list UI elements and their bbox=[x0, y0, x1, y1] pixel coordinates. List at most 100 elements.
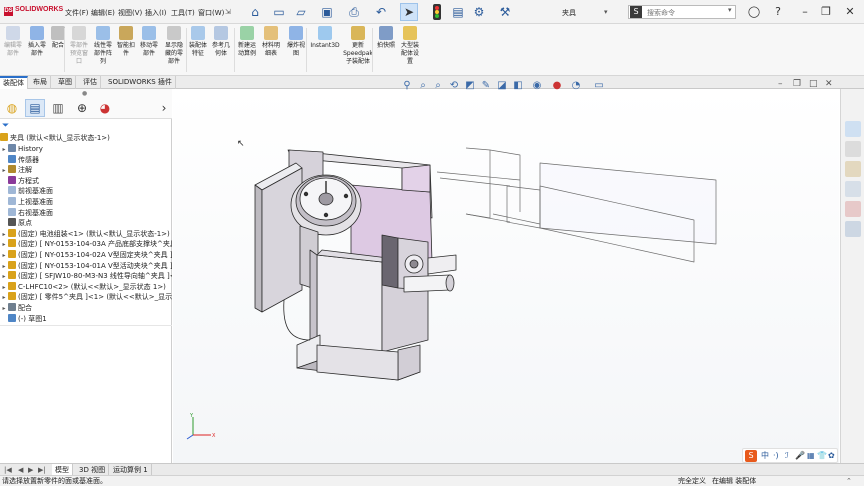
tree-expand-arrow-icon[interactable]: ▸ bbox=[0, 251, 8, 260]
tab-solidworks-addins[interactable]: SOLIDWORKS 插件 bbox=[105, 76, 176, 89]
previous-view-icon[interactable]: ⟲ bbox=[448, 80, 460, 92]
sogou-ime-icon[interactable]: S bbox=[745, 450, 757, 462]
ribbon-button-6[interactable]: 移动零 部件 bbox=[138, 26, 160, 58]
tree-item[interactable]: ▸ History bbox=[0, 144, 172, 154]
tools-icon[interactable]: ⚒ bbox=[496, 3, 514, 21]
close-icon[interactable]: ✕ bbox=[842, 4, 858, 20]
tree-expand-arrow-icon[interactable]: ▸ bbox=[0, 293, 8, 302]
ribbon-button-0[interactable]: 编辑零 部件 bbox=[2, 26, 24, 58]
hide-show-items-icon[interactable]: ◉ bbox=[531, 80, 543, 92]
tree-item[interactable]: ▸ (固定) 电池组装<1> (默认<默认_显示状态-1>) bbox=[0, 228, 172, 239]
search-icon[interactable]: S bbox=[630, 6, 642, 18]
tree-item[interactable]: ▸ (固定) [ NY-0153-104-02A V型固定夹块^夹具 ]< bbox=[0, 250, 172, 260]
panel-grip-icon[interactable]: ● bbox=[82, 90, 87, 97]
title-dropdown-icon[interactable]: ▾ bbox=[604, 8, 608, 16]
view-palette-icon[interactable] bbox=[845, 181, 861, 197]
tree-item[interactable]: ▸ (固定) [ SFJW10-80-M3-N3 线性导向轴^夹具 ]< bbox=[0, 271, 172, 281]
print-icon[interactable]: ⎙ bbox=[345, 3, 363, 21]
ime-punctuation-icon[interactable]: ·) bbox=[773, 450, 779, 462]
ime-keyboard-icon[interactable]: ▦ bbox=[807, 450, 815, 462]
tree-item[interactable]: 右视基准面 bbox=[0, 207, 172, 218]
ime-skin-icon[interactable]: 👕 bbox=[817, 450, 827, 462]
ime-voice-icon[interactable]: 🎤 bbox=[795, 450, 805, 462]
tree-expand-arrow-icon[interactable]: ▸ bbox=[0, 240, 8, 249]
tab-assembly[interactable]: 装配体 bbox=[0, 76, 28, 89]
view-settings-icon[interactable]: ◪ bbox=[496, 80, 508, 92]
tree-expand-arrow-icon[interactable]: ▸ bbox=[0, 304, 8, 313]
file-properties-icon[interactable]: ▤ bbox=[449, 3, 467, 21]
ime-tools-icon[interactable]: ✿ bbox=[828, 450, 835, 462]
ribbon-button-10[interactable]: 新建运 动算例 bbox=[236, 26, 258, 58]
search-dropdown-icon[interactable]: ▾ bbox=[728, 6, 732, 14]
tree-expand-arrow-icon[interactable]: ▸ bbox=[0, 262, 8, 271]
tree-item[interactable]: ▸ 配合 bbox=[0, 303, 172, 313]
tree-expand-arrow-icon[interactable]: ▸ bbox=[0, 166, 8, 175]
options-gear-icon[interactable]: ⚙ bbox=[470, 3, 488, 21]
tree-expand-arrow-icon[interactable]: ▸ bbox=[0, 145, 8, 154]
ribbon-button-12[interactable]: 爆炸视 图 bbox=[284, 26, 308, 58]
new-document-icon[interactable]: ▭ bbox=[270, 3, 288, 21]
help-icon[interactable]: ? bbox=[770, 4, 786, 20]
home-icon[interactable]: ⌂ bbox=[246, 3, 264, 21]
graphics-viewport[interactable]: ⚲ ⌕ ⌕ ⟲ ◩ ✎ ◪ ◧ ◉ ● ◔ ▭ – ❐ □ ✕ Y X ↖ bbox=[173, 79, 839, 463]
ribbon-button-7[interactable]: 显示隐 藏的零 部件 bbox=[162, 26, 186, 66]
tree-item[interactable]: 方程式 bbox=[0, 175, 172, 186]
dynamic-annotation-icon[interactable]: ✎ bbox=[480, 80, 492, 92]
minimize-icon[interactable]: – bbox=[797, 4, 813, 20]
view-maximize-icon[interactable]: □ bbox=[809, 79, 818, 89]
menu-tools[interactable]: 工具(T) bbox=[171, 8, 195, 18]
view-minimize-icon[interactable]: – bbox=[778, 79, 783, 89]
tree-item[interactable]: ▸ (固定) [ NY-0153-104-03A 产品底部支撑块^夹具 ] bbox=[0, 239, 172, 249]
zoom-to-area-icon[interactable]: ⌕ bbox=[432, 80, 444, 92]
panel-expand-arrow-icon[interactable]: › bbox=[158, 99, 170, 117]
view-orientation-icon[interactable]: ⚲ bbox=[401, 80, 413, 92]
open-folder-icon[interactable]: ▱ bbox=[292, 3, 310, 21]
tree-item[interactable]: 上视基准面 bbox=[0, 197, 172, 207]
menu-file[interactable]: 文件(F) bbox=[65, 8, 89, 18]
tab-sketch[interactable]: 草图 bbox=[55, 76, 76, 89]
ribbon-button-1[interactable]: 插入零 部件 bbox=[26, 26, 48, 58]
tab-evaluate[interactable]: 评估 bbox=[80, 76, 101, 89]
assembly-model-graphic[interactable] bbox=[173, 89, 839, 463]
file-explorer-icon[interactable] bbox=[845, 161, 861, 177]
search-input[interactable]: 搜索命令 bbox=[628, 5, 736, 19]
zoom-to-fit-icon[interactable]: ⌕ bbox=[417, 80, 429, 92]
section-view-icon[interactable]: ◩ bbox=[464, 80, 476, 92]
ribbon-button-16[interactable]: 大型装 配体设 置 bbox=[398, 26, 422, 66]
ribbon-button-9[interactable]: 参考几 何体 bbox=[210, 26, 232, 58]
tree-item[interactable]: ▸ C-LHFC10<2> (默认<<默认>_显示状态 1>) bbox=[0, 281, 172, 292]
menu-insert[interactable]: 插入(I) bbox=[145, 8, 167, 18]
tree-item[interactable]: 原点 bbox=[0, 218, 172, 228]
tree-item[interactable]: ▸ (固定) [ NY-0153-104-01A V型活动夹块^夹具 ]< bbox=[0, 260, 172, 271]
design-library-icon[interactable] bbox=[845, 141, 861, 157]
menu-edit[interactable]: 编辑(E) bbox=[91, 8, 115, 18]
tree-root-assembly[interactable]: 夹具 (默认<默认_显示状态-1>) bbox=[0, 133, 172, 143]
rebuild-traffic-light-icon[interactable] bbox=[428, 3, 446, 21]
tree-expand-arrow-icon[interactable]: ▸ bbox=[0, 230, 8, 239]
filter-icon[interactable]: ⏷ bbox=[2, 121, 9, 131]
ribbon-button-3[interactable]: 零部件 预览窗 口 bbox=[68, 26, 90, 66]
display-manager-tab-icon[interactable]: ◕ bbox=[95, 99, 115, 117]
view-restore-icon[interactable]: ❐ bbox=[793, 79, 801, 89]
select-pointer-icon[interactable]: ➤ bbox=[400, 3, 418, 21]
restore-icon[interactable]: ❐ bbox=[818, 4, 834, 20]
ime-handwriting-icon[interactable]: ℐ bbox=[785, 450, 789, 462]
ribbon-button-13[interactable]: Instant3D bbox=[310, 26, 340, 50]
ribbon-button-11[interactable]: 材料明 细表 bbox=[260, 26, 282, 58]
ribbon-button-14[interactable]: 更新 Speedpak 子装配体 bbox=[342, 26, 374, 66]
menu-window[interactable]: 窗口(W) bbox=[198, 8, 224, 18]
tree-item[interactable]: (-) 草图1 bbox=[0, 313, 172, 324]
save-icon[interactable]: ▣ bbox=[318, 3, 336, 21]
tree-item[interactable]: 前视基准面 bbox=[0, 186, 172, 196]
user-icon[interactable]: ◯ bbox=[746, 4, 762, 20]
dimxpert-tab-icon[interactable]: ⊕ bbox=[72, 99, 92, 117]
status-quickview-icon[interactable]: ⌃ bbox=[846, 476, 852, 486]
tree-expand-arrow-icon[interactable]: ▸ bbox=[0, 283, 8, 292]
feature-manager-tab-icon[interactable]: ◍ bbox=[2, 99, 22, 117]
tab-layout[interactable]: 布局 bbox=[30, 76, 51, 89]
ime-chinese-mode[interactable]: 中 bbox=[761, 450, 769, 462]
solidworks-resources-icon[interactable] bbox=[845, 121, 861, 137]
pin-icon[interactable]: ⇲ bbox=[225, 8, 231, 16]
tree-item[interactable]: ▸ 注解 bbox=[0, 165, 172, 175]
tree-expand-arrow-icon[interactable]: ▸ bbox=[0, 272, 8, 281]
